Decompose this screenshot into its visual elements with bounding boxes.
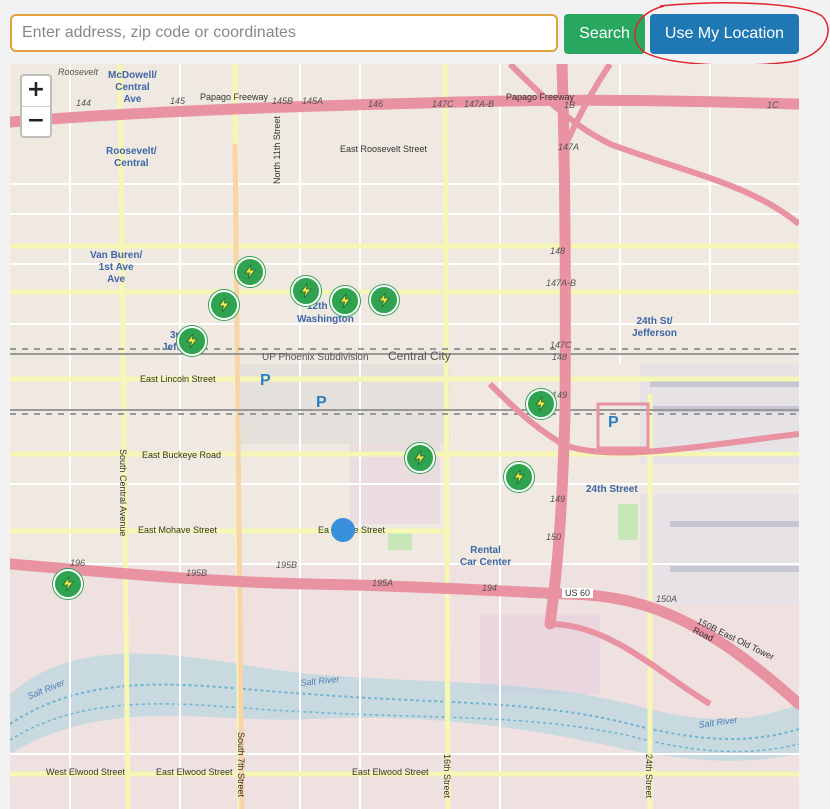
exit-label: 147A-B — [546, 278, 577, 288]
ev-charger-marker[interactable] — [369, 285, 399, 315]
ev-charger-marker[interactable] — [53, 569, 83, 599]
label-north-11th-street: North 11th Street — [272, 116, 282, 184]
exit-label: 1B — [564, 100, 576, 110]
search-toolbar: Search Use My Location — [0, 0, 830, 62]
lightning-icon — [414, 450, 426, 466]
lightning-icon — [218, 297, 230, 313]
exit-label: 145B — [272, 96, 294, 106]
label-24th-street-station: 24th Street — [586, 484, 638, 495]
label-east-elwood-street-1: East Elwood Street — [156, 767, 233, 777]
exit-label: 150 — [546, 532, 562, 542]
parking-icon: P — [316, 394, 327, 411]
search-input[interactable] — [10, 14, 558, 52]
parking-icon: P — [260, 372, 271, 389]
zoom-out-button[interactable]: − — [22, 107, 50, 137]
label-south-7th-street: South 7th Street — [236, 732, 246, 798]
ev-charger-marker[interactable] — [526, 389, 556, 419]
label-up-phoenix-subdivision: UP Phoenix Subdivision — [262, 352, 369, 363]
ev-charger-marker[interactable] — [405, 443, 435, 473]
lightning-icon — [300, 283, 312, 299]
ev-charger-marker[interactable] — [209, 290, 239, 320]
label-south-central-avenue: South Central Avenue — [118, 449, 128, 537]
parking-icon: P — [608, 414, 619, 431]
label-east-lincoln-street: East Lincoln Street — [140, 374, 216, 384]
exit-label: 148 — [552, 352, 568, 362]
label-east-elwood-street-2: East Elwood Street — [352, 767, 429, 777]
zoom-control: + − — [20, 74, 52, 138]
label-central-city: Central City — [388, 349, 451, 363]
label-mcdowell-central-station: McDowell/Central Ave — [108, 70, 157, 105]
ev-charger-marker[interactable] — [291, 276, 321, 306]
label-rental-car-center: Rental Car Center — [460, 545, 512, 568]
exit-label: 145 — [170, 96, 186, 106]
exit-label: 150A — [656, 594, 678, 604]
lightning-icon — [62, 576, 74, 592]
use-my-location-button[interactable]: Use My Location — [650, 14, 799, 54]
exit-label: 144 — [76, 98, 92, 108]
label-24th-street-south: 24th Street — [644, 754, 654, 799]
exit-label: 195A — [372, 578, 394, 588]
map-tiles[interactable] — [10, 64, 799, 809]
label-van-buren-station: Van Buren/1st Ave Ave — [90, 250, 143, 285]
label-24th-jefferson-station: 24th St/Jefferson — [632, 316, 678, 339]
exit-label: 195B — [186, 568, 208, 578]
label-east-buckeye-road: East Buckeye Road — [142, 450, 222, 460]
label-papago-freeway: Papago Freeway — [200, 92, 269, 102]
exit-label: 148 — [550, 246, 566, 256]
label-east-mohave-street: East Mohave Street — [138, 525, 218, 535]
exit-label: 149 — [550, 494, 566, 504]
exit-label: 146 — [368, 99, 384, 109]
label-16th-street: 16th Street — [442, 754, 452, 799]
ev-charger-marker[interactable] — [235, 257, 265, 287]
lightning-icon — [186, 333, 198, 349]
exit-label: 1C — [767, 100, 779, 110]
exit-label: 145A — [302, 96, 324, 106]
exit-label: 147C — [432, 99, 454, 109]
exit-label: 194 — [482, 583, 498, 593]
zoom-in-button[interactable]: + — [22, 76, 50, 107]
label-us-60: US 60 — [562, 588, 594, 598]
label-west-elwood-street: West Elwood Street — [46, 767, 125, 777]
exit-label: 147A — [558, 142, 580, 152]
exit-label: 195B — [276, 560, 298, 570]
lightning-icon — [378, 292, 390, 308]
map-view[interactable]: Roosevelt McDowell/Central Ave Roosevelt/… — [10, 64, 799, 809]
exit-label: 147A-B — [464, 99, 495, 109]
lightning-icon — [339, 293, 351, 309]
exit-label: 196 — [70, 558, 86, 568]
ev-charger-marker[interactable] — [330, 286, 360, 316]
ev-charger-marker[interactable] — [177, 326, 207, 356]
label-roosevelt-top: Roosevelt — [58, 67, 99, 77]
current-location-marker[interactable] — [331, 518, 355, 542]
ev-charger-marker[interactable] — [504, 462, 534, 492]
label-east-roosevelt-street: East Roosevelt Street — [340, 144, 428, 154]
lightning-icon — [513, 469, 525, 485]
exit-label: 147C — [550, 340, 572, 350]
label-roosevelt-central-station: Roosevelt/Central — [106, 146, 157, 169]
lightning-icon — [535, 396, 547, 412]
search-button[interactable]: Search — [564, 14, 645, 54]
lightning-icon — [244, 264, 256, 280]
